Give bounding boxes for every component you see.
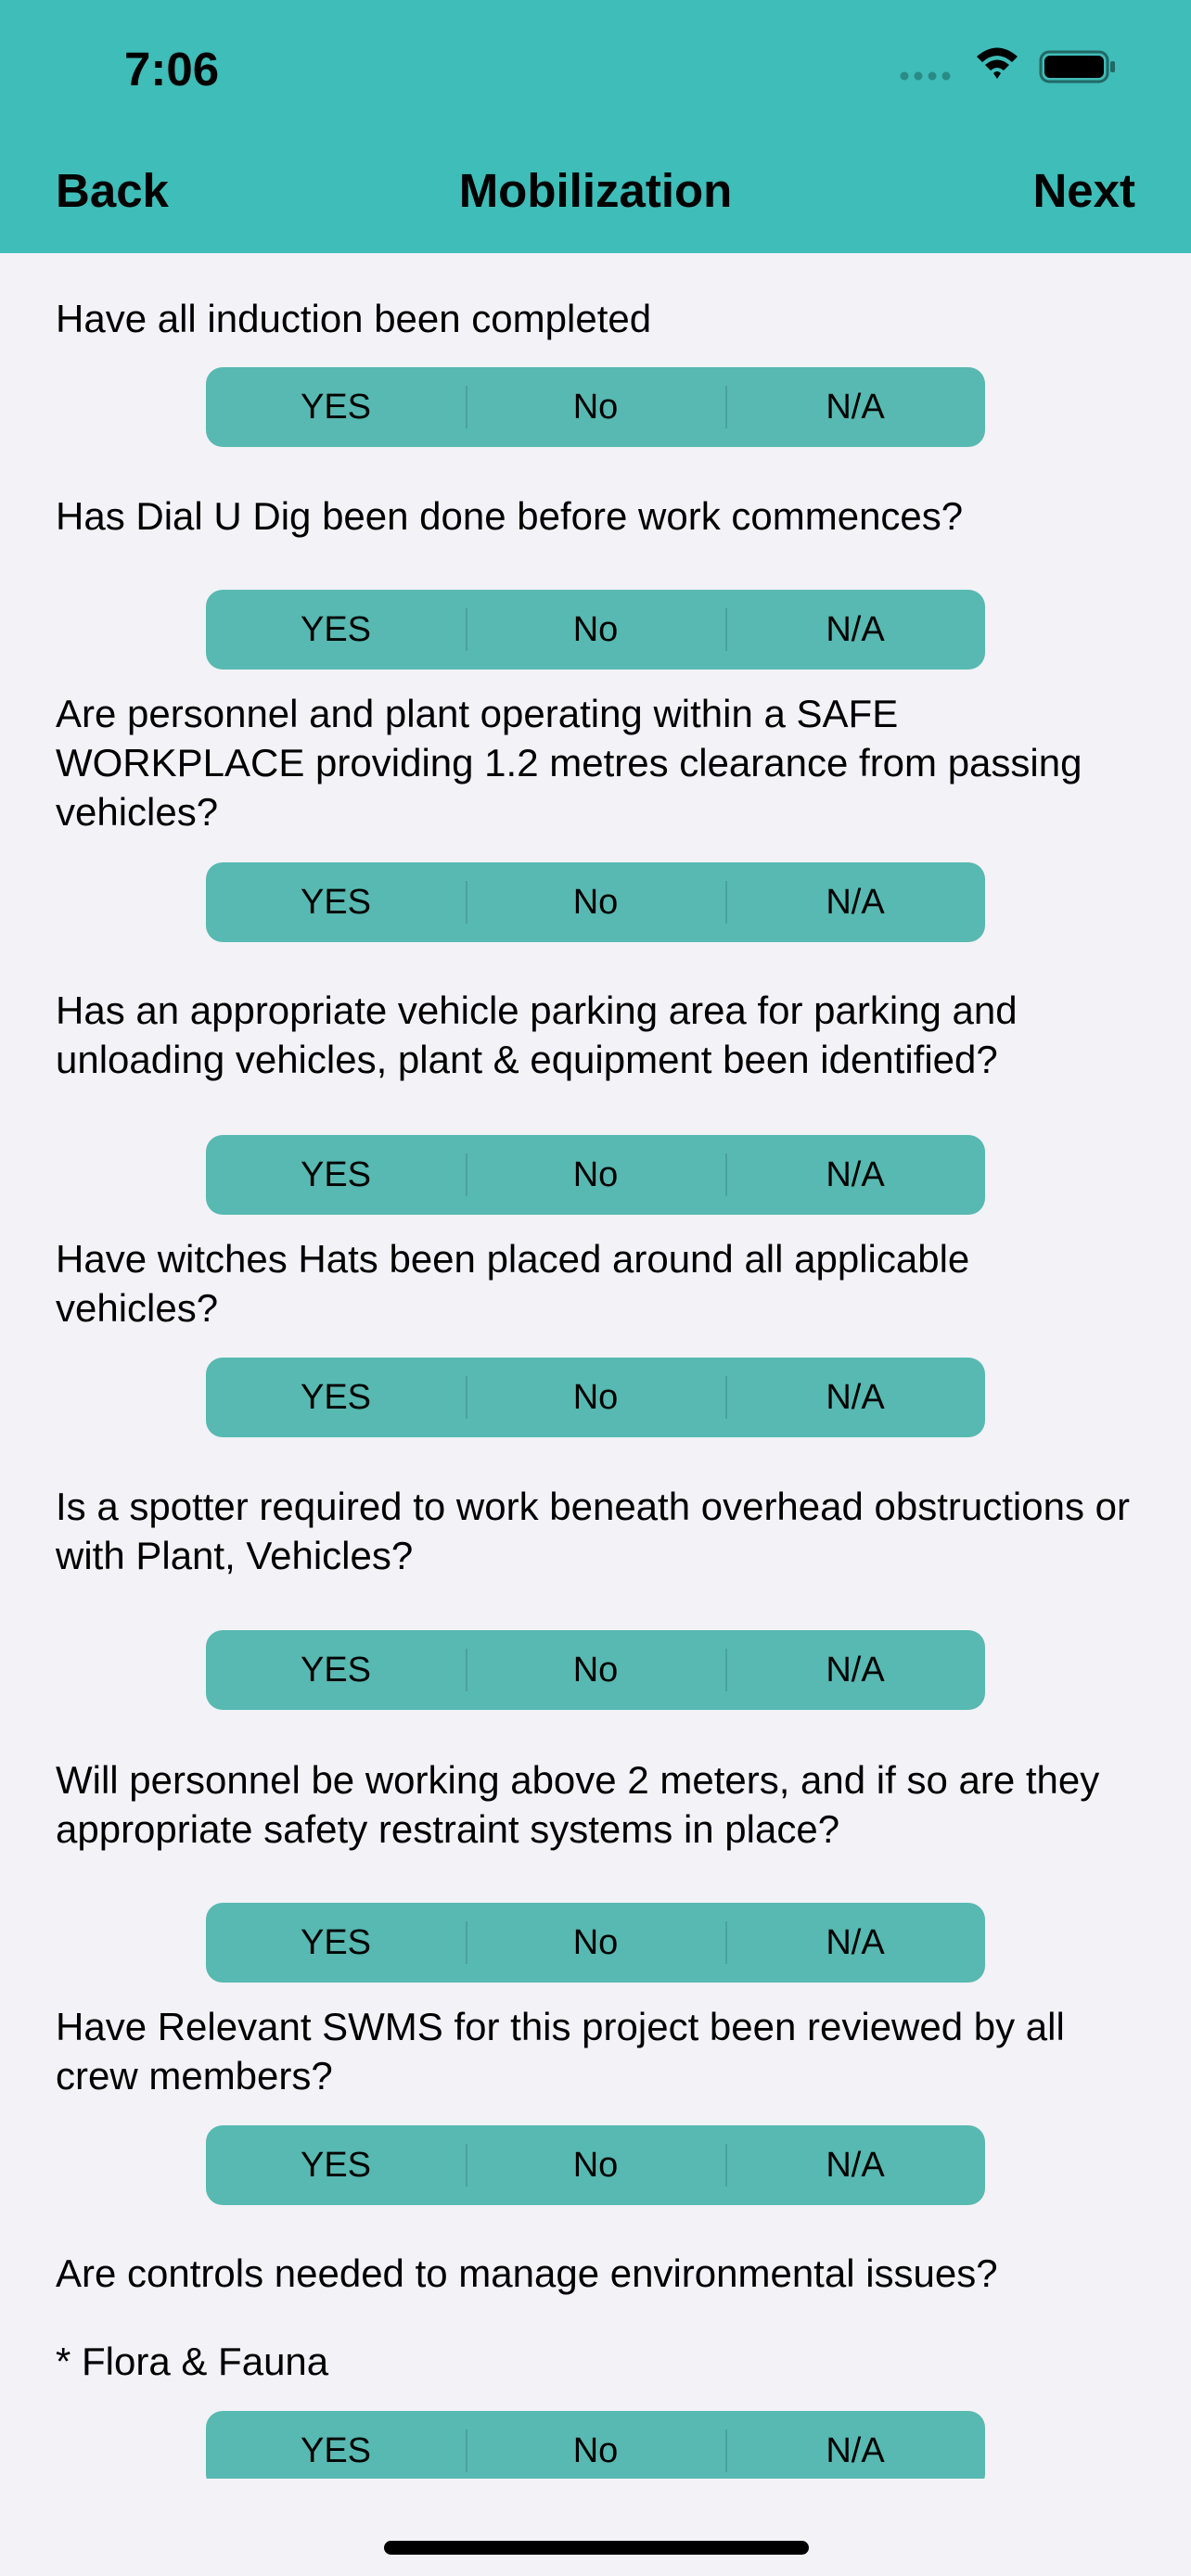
home-indicator[interactable] xyxy=(384,2541,809,2555)
question-text: Have Relevant SWMS for this project been… xyxy=(56,2005,1065,2098)
answer-yes-button[interactable]: YES xyxy=(206,590,466,670)
answer-yes-button[interactable]: YES xyxy=(206,1630,466,1710)
question-text: Will personnel be working above 2 meters… xyxy=(56,1758,1100,1851)
answer-no-button[interactable]: No xyxy=(466,2125,725,2205)
question-note: * Flora & Fauna xyxy=(56,2340,329,2383)
page-title: Mobilization xyxy=(458,164,733,217)
answer-selector: YES No N/A xyxy=(206,1135,985,1215)
answer-na-button[interactable]: N/A xyxy=(725,1135,985,1215)
question-text: Has an appropriate vehicle parking area … xyxy=(56,988,1018,1081)
answer-yes-button[interactable]: YES xyxy=(206,862,466,942)
answer-no-button[interactable]: No xyxy=(466,862,725,942)
question-text: Has Dial U Dig been done before work com… xyxy=(56,494,964,538)
wifi-icon xyxy=(977,47,1018,79)
answer-na-button[interactable]: N/A xyxy=(725,862,985,942)
back-button[interactable]: Back xyxy=(56,163,169,219)
answer-selector: YES No N/A xyxy=(206,862,985,942)
answer-na-button[interactable]: N/A xyxy=(725,2411,985,2479)
answer-yes-button[interactable]: YES xyxy=(206,1903,466,1983)
question-list[interactable]: Have all induction been completed YES No… xyxy=(0,253,1191,2479)
question-text: Are personnel and plant operating within… xyxy=(56,692,1082,834)
answer-no-button[interactable]: No xyxy=(466,1358,725,1437)
answer-na-button[interactable]: N/A xyxy=(725,1630,985,1710)
answer-selector: YES No N/A xyxy=(206,590,985,670)
answer-selector: YES No N/A xyxy=(206,367,985,447)
question-text: Have all induction been completed xyxy=(56,297,652,340)
cellular-signal-icon xyxy=(900,71,951,81)
answer-na-button[interactable]: N/A xyxy=(725,1903,985,1983)
status-time: 7:06 xyxy=(124,43,220,96)
answer-na-button[interactable]: N/A xyxy=(725,590,985,670)
nav-header: 7:06 Mobilization Back Next xyxy=(0,0,1191,253)
answer-selector: YES No N/A xyxy=(206,2411,985,2479)
answer-yes-button[interactable]: YES xyxy=(206,1135,466,1215)
question-text: Are controls needed to manage environmen… xyxy=(56,2251,998,2295)
answer-na-button[interactable]: N/A xyxy=(725,367,985,447)
answer-selector: YES No N/A xyxy=(206,1358,985,1437)
answer-no-button[interactable]: No xyxy=(466,1135,725,1215)
question-text: Have witches Hats been placed around all… xyxy=(56,1237,970,1330)
answer-yes-button[interactable]: YES xyxy=(206,367,466,447)
battery-icon xyxy=(1039,50,1115,83)
answer-na-button[interactable]: N/A xyxy=(725,1358,985,1437)
answer-no-button[interactable]: No xyxy=(466,590,725,670)
answer-no-button[interactable]: No xyxy=(466,1903,725,1983)
answer-yes-button[interactable]: YES xyxy=(206,1358,466,1437)
next-button[interactable]: Next xyxy=(1032,163,1135,219)
answer-selector: YES No N/A xyxy=(206,2125,985,2205)
answer-na-button[interactable]: N/A xyxy=(725,2125,985,2205)
answer-no-button[interactable]: No xyxy=(466,1630,725,1710)
question-text: Is a spotter required to work beneath ov… xyxy=(56,1485,1130,1577)
answer-yes-button[interactable]: YES xyxy=(206,2125,466,2205)
answer-selector: YES No N/A xyxy=(206,1630,985,1710)
answer-no-button[interactable]: No xyxy=(466,2411,725,2479)
answer-no-button[interactable]: No xyxy=(466,367,725,447)
answer-selector: YES No N/A xyxy=(206,1903,985,1983)
answer-yes-button[interactable]: YES xyxy=(206,2411,466,2479)
